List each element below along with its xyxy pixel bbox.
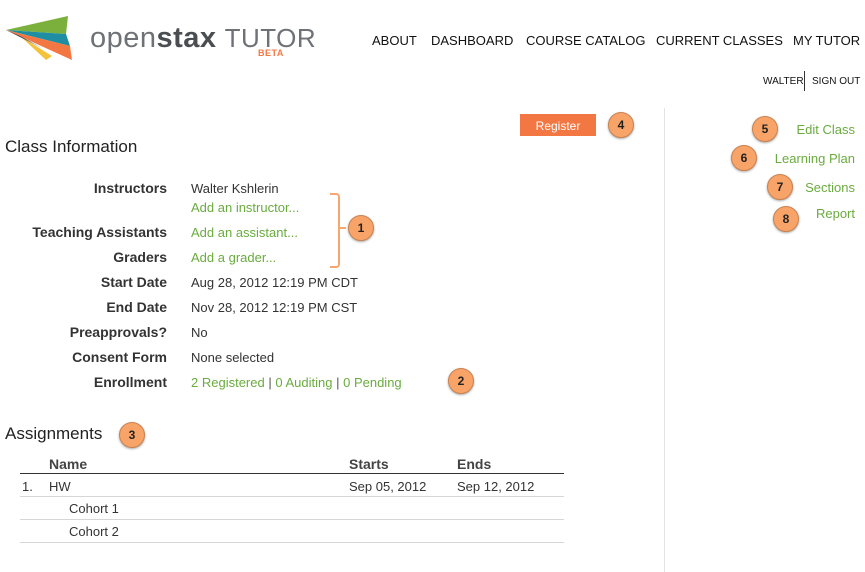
preapprovals-label: Preapprovals?: [69, 324, 167, 340]
brand-open: open: [90, 22, 157, 54]
row-number: 1.: [22, 479, 33, 494]
callout-badge-5: 5: [752, 116, 778, 142]
sign-out-link[interactable]: SIGN OUT: [812, 76, 860, 87]
instructor-name: Walter Kshlerin: [191, 181, 279, 196]
end-date-value: Nov 28, 2012 12:19 PM CST: [191, 300, 358, 315]
beta-badge: BETA: [258, 48, 284, 58]
nav-current-classes[interactable]: CURRENT CLASSES: [656, 33, 783, 48]
learning-plan-link[interactable]: Learning Plan: [775, 151, 855, 166]
cohort-2-link[interactable]: Cohort 2: [69, 524, 119, 539]
assignment-name: HW: [49, 479, 71, 494]
user-nav-divider: [804, 71, 805, 91]
cohort-1-link[interactable]: Cohort 1: [69, 501, 119, 516]
consent-form-label: Consent Form: [72, 349, 167, 365]
staff-bracket: [330, 193, 340, 268]
sidebar-divider: [664, 108, 665, 572]
enrollment-separator: |: [336, 375, 340, 390]
staff-bracket-tick: [338, 227, 346, 229]
callout-badge-4: 4: [608, 112, 634, 138]
preapprovals-value: No: [191, 325, 208, 340]
assignments-heading: Assignments: [5, 424, 103, 443]
edit-class-link[interactable]: Edit Class: [796, 122, 855, 137]
start-date-label: Start Date: [100, 274, 167, 290]
row-divider: [20, 496, 564, 497]
enrollment-separator: |: [268, 375, 272, 390]
column-header-ends: Ends: [457, 456, 492, 472]
nav-about[interactable]: ABOUT: [372, 33, 417, 48]
end-date-label: End Date: [106, 299, 167, 315]
table-row[interactable]: 1. HW Sep 05, 2012 Sep 12, 2012: [0, 474, 565, 496]
start-date-value: Aug 28, 2012 12:19 PM CDT: [191, 275, 358, 290]
row-divider: [20, 519, 564, 520]
nav-course-catalog[interactable]: COURSE CATALOG: [526, 33, 645, 48]
callout-badge-7: 7: [767, 174, 793, 200]
nav-my-tutor[interactable]: MY TUTOR: [793, 33, 860, 48]
class-information-heading: Class Information: [5, 137, 138, 156]
column-header-starts: Starts: [349, 456, 389, 472]
graders-label: Graders: [113, 249, 167, 265]
registered-link[interactable]: 2 Registered: [191, 375, 265, 390]
consent-form-value: None selected: [191, 350, 275, 365]
report-link[interactable]: Report: [816, 206, 855, 221]
callout-badge-6: 6: [731, 145, 757, 171]
nav-dashboard[interactable]: DASHBOARD: [431, 33, 513, 48]
callout-badge-8: 8: [773, 206, 799, 232]
register-button[interactable]: Register: [520, 114, 596, 136]
add-instructor-link[interactable]: Add an instructor...: [191, 200, 299, 215]
user-name-link[interactable]: WALTER: [763, 76, 804, 87]
add-assistant-link[interactable]: Add an assistant...: [191, 225, 298, 240]
auditing-link[interactable]: 0 Auditing: [275, 375, 332, 390]
callout-badge-3: 3: [119, 422, 145, 448]
callout-badge-1: 1: [348, 215, 374, 241]
add-grader-link[interactable]: Add a grader...: [191, 250, 276, 265]
teaching-assistants-label: Teaching Assistants: [32, 224, 167, 240]
callout-badge-2: 2: [448, 368, 474, 394]
sections-link[interactable]: Sections: [805, 180, 855, 195]
brand-stax: stax: [156, 22, 217, 54]
column-header-name: Name: [49, 456, 88, 472]
row-divider: [20, 542, 564, 543]
enrollment-values: 2 Registered | 0 Auditing | 0 Pending: [191, 375, 402, 390]
pending-link[interactable]: 0 Pending: [343, 375, 402, 390]
instructors-label: Instructors: [93, 180, 167, 196]
openstax-logo-icon[interactable]: [6, 16, 80, 60]
assignment-starts: Sep 05, 2012: [349, 479, 427, 494]
enrollment-label: Enrollment: [93, 374, 167, 390]
assignment-ends: Sep 12, 2012: [457, 479, 535, 494]
